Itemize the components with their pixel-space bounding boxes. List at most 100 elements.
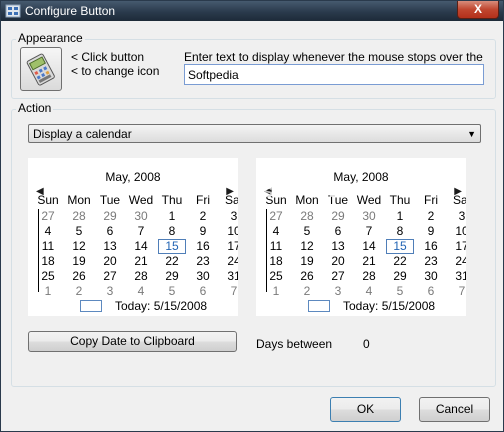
calendar-day[interactable]: 29 (96, 209, 124, 223)
calendar-day[interactable]: 12 (293, 239, 321, 253)
calendar-day[interactable]: 27 (96, 269, 124, 283)
calendar-day[interactable]: 4 (127, 284, 155, 298)
calendar-day[interactable]: 2 (189, 209, 217, 223)
calendar-day[interactable]: 3 (96, 284, 124, 298)
calendar-day[interactable]: 9 (417, 224, 445, 238)
calendar-day[interactable]: 7 (355, 224, 383, 238)
close-button[interactable]: X (457, 1, 499, 19)
calendar-day[interactable]: 22 (158, 254, 186, 268)
calendar-day[interactable]: 30 (127, 209, 155, 223)
calendar-day-selected[interactable]: 15 (386, 239, 414, 254)
cancel-button[interactable]: Cancel (419, 397, 490, 422)
calendar-day-selected[interactable]: 15 (158, 239, 186, 254)
calendar-day[interactable]: 9 (189, 224, 217, 238)
calendar-day[interactable]: 4 (262, 224, 290, 238)
window-title: Configure Button (25, 4, 116, 18)
configure-button-dialog: Configure Button X Appearance < Click bu… (0, 0, 504, 432)
calendar-day[interactable]: 7 (220, 284, 238, 298)
calendar-day[interactable]: 25 (34, 269, 62, 283)
calendar-day[interactable]: 18 (262, 254, 290, 268)
calendar-day[interactable]: 31 (448, 269, 466, 283)
calendar-day[interactable]: 6 (189, 284, 217, 298)
calendar-day[interactable]: 11 (262, 239, 290, 253)
calendar-day[interactable]: 28 (65, 209, 93, 223)
ok-button[interactable]: OK (330, 397, 401, 422)
calendar-day[interactable]: 14 (355, 239, 383, 253)
watermark: SOFTPEDIA (263, 184, 358, 201)
calendar-day[interactable]: 5 (158, 284, 186, 298)
calendar-left[interactable]: May, 2008 ◀ ▶ Today: 5/15/2008 Sun Mon Tue… (28, 158, 238, 316)
calendar-day[interactable]: 8 (386, 224, 414, 238)
calendar-day[interactable]: 5 (293, 224, 321, 238)
today-label[interactable]: Today: 5/15/2008 (115, 299, 207, 313)
today-label[interactable]: Today: 5/15/2008 (343, 299, 435, 313)
calendar-day[interactable]: 1 (158, 209, 186, 223)
calendar-day[interactable]: 6 (96, 224, 124, 238)
calendar-day[interactable]: 19 (65, 254, 93, 268)
calendar-day[interactable]: 7 (127, 224, 155, 238)
calendar-day[interactable]: 29 (386, 269, 414, 283)
calendar-day[interactable]: 29 (158, 269, 186, 283)
calendar-day[interactable]: 20 (324, 254, 352, 268)
calendar-day[interactable]: 17 (220, 239, 238, 253)
calendar-day[interactable]: 24 (448, 254, 466, 268)
calendar-day[interactable]: 5 (65, 224, 93, 238)
calendar-day[interactable]: 6 (324, 224, 352, 238)
calendar-day[interactable]: 26 (65, 269, 93, 283)
calendar-day[interactable]: 31 (220, 269, 238, 283)
calendar-day[interactable]: 3 (220, 209, 238, 223)
calendar-day[interactable]: 29 (324, 209, 352, 223)
copy-date-button[interactable]: Copy Date to Clipboard (28, 331, 237, 352)
calendar-day[interactable]: 1 (262, 284, 290, 298)
calendar-day[interactable]: 30 (189, 269, 217, 283)
calendar-day[interactable]: 3 (448, 209, 466, 223)
day-name-header: Mon (67, 193, 91, 207)
calendar-day[interactable]: 1 (386, 209, 414, 223)
calendar-day[interactable]: 13 (96, 239, 124, 253)
calendar-day[interactable]: 28 (355, 269, 383, 283)
calendar-day[interactable]: 20 (96, 254, 124, 268)
calendar-day[interactable]: 1 (34, 284, 62, 298)
calendar-day[interactable]: 23 (417, 254, 445, 268)
calendar-day[interactable]: 13 (324, 239, 352, 253)
calendar-day[interactable]: 27 (324, 269, 352, 283)
calendar-day[interactable]: 30 (417, 269, 445, 283)
calendar-day[interactable]: 18 (34, 254, 62, 268)
change-icon-button[interactable] (20, 47, 62, 91)
calendar-day[interactable]: 11 (34, 239, 62, 253)
calendar-day[interactable]: 10 (220, 224, 238, 238)
calendar-day[interactable]: 17 (448, 239, 466, 253)
calendar-day[interactable]: 22 (386, 254, 414, 268)
calendar-day[interactable]: 28 (293, 209, 321, 223)
calendar-day[interactable]: 2 (293, 284, 321, 298)
calendar-day[interactable]: 14 (127, 239, 155, 253)
calendar-day[interactable]: 30 (355, 209, 383, 223)
calendar-day[interactable]: 16 (189, 239, 217, 253)
calendar-day[interactable]: 4 (355, 284, 383, 298)
calendar-day[interactable]: 4 (34, 224, 62, 238)
calendar-day[interactable]: 28 (127, 269, 155, 283)
calendar-day[interactable]: 27 (34, 209, 62, 223)
calendar-day[interactable]: 10 (448, 224, 466, 238)
calendar-day[interactable]: 26 (293, 269, 321, 283)
calendar-day[interactable]: 23 (189, 254, 217, 268)
calendar-day[interactable]: 24 (220, 254, 238, 268)
calendar-day[interactable]: 3 (324, 284, 352, 298)
calendar-day[interactable]: 2 (417, 209, 445, 223)
title-bar[interactable]: Configure Button X (1, 1, 503, 21)
calendar-day[interactable]: 21 (355, 254, 383, 268)
calendar-day[interactable]: 19 (293, 254, 321, 268)
calendar-day[interactable]: 25 (262, 269, 290, 283)
tooltip-text-input[interactable] (184, 64, 484, 85)
calendar-day[interactable]: 5 (386, 284, 414, 298)
calendar-day[interactable]: 8 (158, 224, 186, 238)
calendar-day[interactable]: 2 (65, 284, 93, 298)
calendar-day[interactable]: 21 (127, 254, 155, 268)
calendar-day[interactable]: 6 (417, 284, 445, 298)
calendar-day[interactable]: 27 (262, 209, 290, 223)
calendar-day[interactable]: 16 (417, 239, 445, 253)
calendar-right[interactable]: May, 2008 ◀ ▶ Today: 5/15/2008 Sun Mon Tue… (256, 158, 466, 316)
calendar-day[interactable]: 12 (65, 239, 93, 253)
calendar-day[interactable]: 7 (448, 284, 466, 298)
action-select[interactable]: Display a calendar ▼ (28, 124, 481, 143)
